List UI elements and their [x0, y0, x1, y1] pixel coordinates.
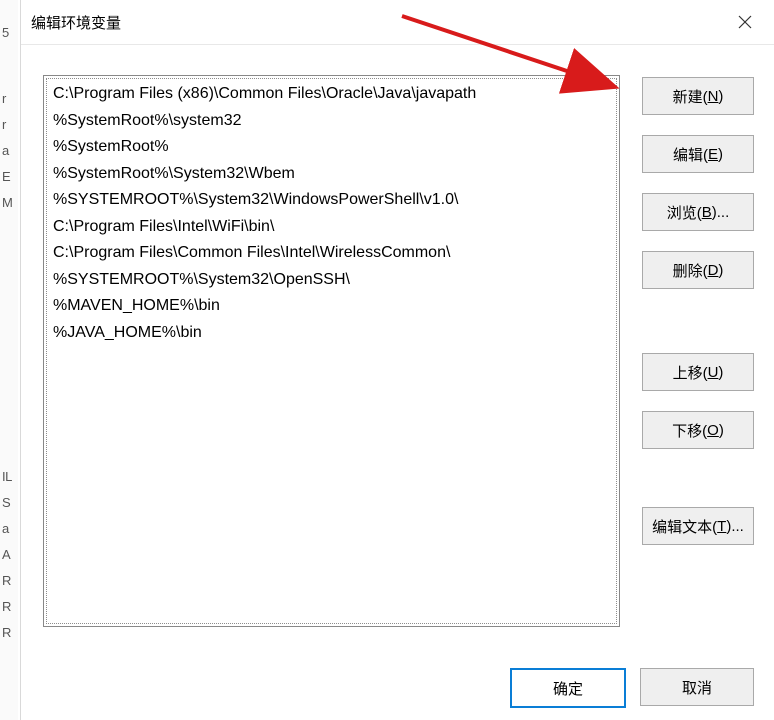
background-window-strip: 5 r r a E M IL S a A R R R — [0, 0, 18, 720]
move-up-button[interactable]: 上移(U) — [642, 353, 754, 391]
titlebar: 编辑环境变量 — [21, 0, 774, 45]
dialog-footer: 确定 取消 — [510, 668, 754, 708]
path-listbox[interactable]: C:\Program Files (x86)\Common Files\Orac… — [43, 75, 620, 627]
list-item[interactable]: %SystemRoot%\system32 — [51, 108, 612, 135]
list-item[interactable]: C:\Program Files\Intel\WiFi\bin\ — [51, 214, 612, 241]
dialog-title: 编辑环境变量 — [31, 12, 121, 33]
close-icon[interactable] — [728, 7, 762, 37]
list-item[interactable]: C:\Program Files\Common Files\Intel\Wire… — [51, 240, 612, 267]
browse-button[interactable]: 浏览(B)... — [642, 193, 754, 231]
list-item[interactable]: C:\Program Files (x86)\Common Files\Orac… — [51, 81, 612, 108]
edit-button[interactable]: 编辑(E) — [642, 135, 754, 173]
list-item[interactable]: %SystemRoot%\System32\Wbem — [51, 161, 612, 188]
new-button[interactable]: 新建(N) — [642, 77, 754, 115]
edit-env-var-dialog: 编辑环境变量 C:\Program Files (x86)\Common Fil… — [20, 0, 774, 720]
side-buttons: 新建(N) 编辑(E) 浏览(B)... 删除(D) 上移(U) — [642, 75, 754, 627]
delete-button[interactable]: 删除(D) — [642, 251, 754, 289]
list-item[interactable]: %MAVEN_HOME%\bin — [51, 293, 612, 320]
list-item[interactable]: %SYSTEMROOT%\System32\OpenSSH\ — [51, 267, 612, 294]
list-item[interactable]: %SYSTEMROOT%\System32\WindowsPowerShell\… — [51, 187, 612, 214]
list-item[interactable]: %JAVA_HOME%\bin — [51, 320, 612, 347]
cancel-button[interactable]: 取消 — [640, 668, 754, 706]
list-item[interactable]: %SystemRoot% — [51, 134, 612, 161]
move-down-button[interactable]: 下移(O) — [642, 411, 754, 449]
ok-button[interactable]: 确定 — [510, 668, 626, 708]
edit-text-button[interactable]: 编辑文本(T)... — [642, 507, 754, 545]
